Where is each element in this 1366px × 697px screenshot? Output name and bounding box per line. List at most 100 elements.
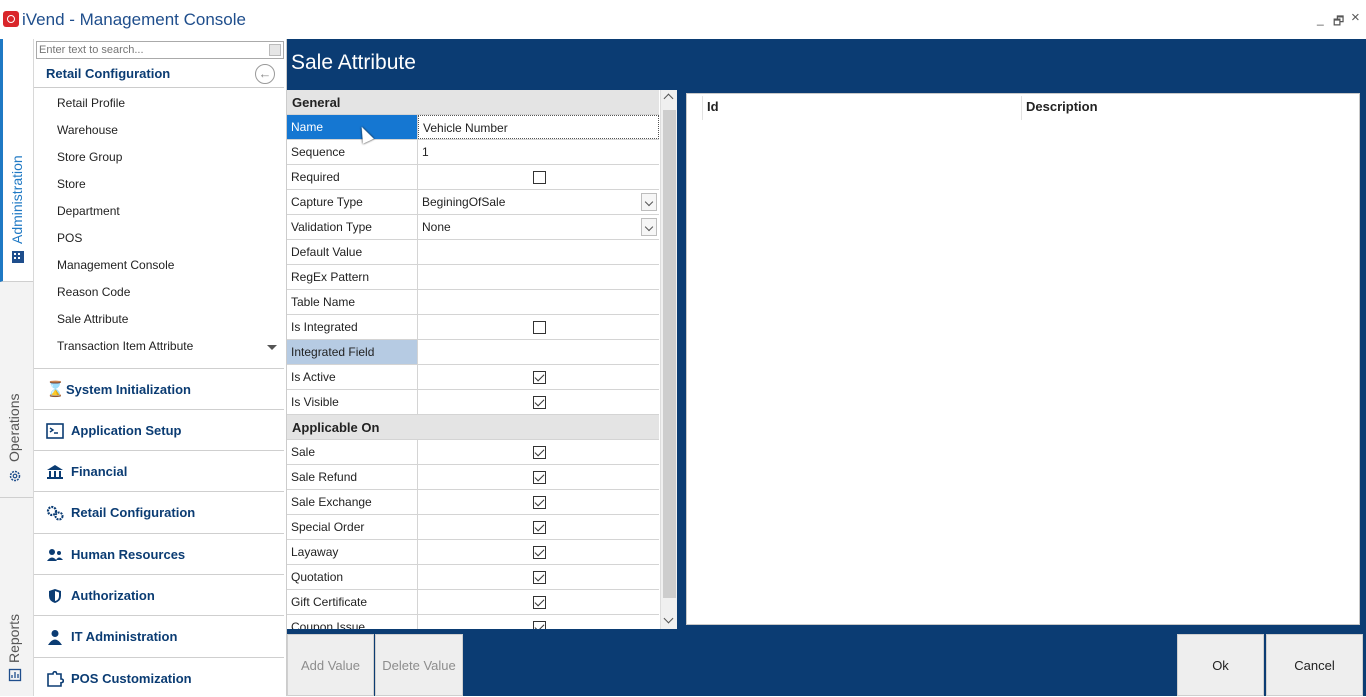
- nav-item-transaction-item-attribute[interactable]: Transaction Item Attribute: [57, 339, 193, 353]
- property-label: Sequence: [287, 140, 418, 164]
- property-row-is-integrated[interactable]: Is Integrated: [287, 315, 659, 340]
- chevron-down-icon[interactable]: [641, 218, 657, 236]
- capture-type-value: BeginingOfSale: [422, 195, 506, 209]
- page-header: Sale Attribute: [287, 39, 1366, 87]
- property-row-sequence[interactable]: Sequence 1: [287, 140, 659, 165]
- scroll-up-icon[interactable]: [663, 93, 674, 104]
- property-row-name[interactable]: Name Vehicle Number: [287, 115, 659, 140]
- nav-item-retail-profile[interactable]: Retail Profile: [57, 96, 125, 110]
- add-value-button[interactable]: Add Value: [287, 634, 374, 696]
- property-row-integrated-field[interactable]: Integrated Field: [287, 340, 659, 365]
- capture-type-field[interactable]: BeginingOfSale: [418, 190, 659, 214]
- property-label: Validation Type: [287, 215, 418, 239]
- property-row-sale-refund[interactable]: Sale Refund: [287, 465, 659, 490]
- module-application-setup[interactable]: Application Setup: [34, 409, 284, 450]
- name-field[interactable]: Vehicle Number: [418, 115, 659, 139]
- column-header-description[interactable]: Description: [1026, 99, 1098, 114]
- special-order-checkbox[interactable]: [533, 521, 546, 534]
- sale-refund-checkbox[interactable]: [533, 471, 546, 484]
- tab-operations[interactable]: Operations: [0, 282, 33, 498]
- property-label: RegEx Pattern: [287, 265, 418, 289]
- property-row-table-name[interactable]: Table Name: [287, 290, 659, 315]
- nav-dropdown-caret-icon[interactable]: [267, 345, 277, 350]
- tab-administration[interactable]: Administration: [0, 39, 33, 282]
- sale-exchange-value: [418, 490, 659, 514]
- coupon-issue-checkbox[interactable]: [533, 621, 546, 629]
- back-arrow-icon[interactable]: ←: [255, 64, 275, 84]
- layaway-checkbox[interactable]: [533, 546, 546, 559]
- nav-item-store[interactable]: Store: [57, 177, 86, 191]
- column-header-id[interactable]: Id: [707, 99, 719, 114]
- property-row-gift-certificate[interactable]: Gift Certificate: [287, 590, 659, 615]
- special-order-value: [418, 515, 659, 539]
- validation-type-field[interactable]: None: [418, 215, 659, 239]
- is-visible-checkbox[interactable]: [533, 396, 546, 409]
- property-row-quotation[interactable]: Quotation: [287, 565, 659, 590]
- module-label: Financial: [71, 464, 128, 479]
- nav-item-sale-attribute[interactable]: Sale Attribute: [57, 312, 128, 326]
- integrated-field-field[interactable]: [418, 340, 659, 364]
- ok-button[interactable]: Ok: [1177, 634, 1264, 696]
- grid-scrollbar[interactable]: [660, 90, 677, 629]
- property-label: Sale Exchange: [287, 490, 418, 514]
- is-active-checkbox[interactable]: [533, 371, 546, 384]
- scroll-down-icon[interactable]: [663, 613, 674, 624]
- required-checkbox[interactable]: [533, 171, 546, 184]
- quotation-value: [418, 565, 659, 589]
- module-human-resources[interactable]: Human Resources: [34, 533, 284, 574]
- property-row-sale-exchange[interactable]: Sale Exchange: [287, 490, 659, 515]
- search-icon[interactable]: [269, 44, 281, 56]
- property-row-validation-type[interactable]: Validation Type None: [287, 215, 659, 240]
- property-row-required[interactable]: Required: [287, 165, 659, 190]
- default-value-field[interactable]: [418, 240, 659, 264]
- delete-value-button[interactable]: Delete Value: [375, 634, 463, 696]
- values-list[interactable]: Id Description: [686, 93, 1360, 625]
- sale-exchange-checkbox[interactable]: [533, 496, 546, 509]
- nav-item-warehouse[interactable]: Warehouse: [57, 123, 118, 137]
- tab-reports-label: Reports: [6, 613, 22, 663]
- module-authorization[interactable]: Authorization: [34, 574, 284, 615]
- module-retail-configuration[interactable]: Retail Configuration: [34, 491, 284, 533]
- sequence-field[interactable]: 1: [418, 140, 659, 164]
- property-row-regex-pattern[interactable]: RegEx Pattern: [287, 265, 659, 290]
- property-row-is-active[interactable]: Is Active: [287, 365, 659, 390]
- module-financial[interactable]: Financial: [34, 450, 284, 491]
- cancel-button[interactable]: Cancel: [1266, 634, 1363, 696]
- search-box: [36, 41, 284, 59]
- close-button[interactable]: ×: [1351, 9, 1360, 26]
- module-pos-customization[interactable]: POS Customization: [34, 657, 284, 696]
- module-label: System Initialization: [66, 382, 191, 397]
- module-it-administration[interactable]: IT Administration: [34, 615, 284, 657]
- property-row-is-visible[interactable]: Is Visible: [287, 390, 659, 415]
- sale-checkbox[interactable]: [533, 446, 546, 459]
- module-system-initialization[interactable]: ⌛ System Initialization: [34, 368, 284, 409]
- nav-item-store-group[interactable]: Store Group: [57, 150, 122, 164]
- regex-pattern-field[interactable]: [418, 265, 659, 289]
- category-label: Applicable On: [292, 420, 380, 435]
- property-row-capture-type[interactable]: Capture Type BeginingOfSale: [287, 190, 659, 215]
- property-row-coupon-issue[interactable]: Coupon Issue: [287, 615, 659, 629]
- nav-item-management-console[interactable]: Management Console: [57, 258, 174, 272]
- category-label: General: [292, 95, 341, 110]
- category-general[interactable]: General: [287, 90, 659, 115]
- nav-item-department[interactable]: Department: [57, 204, 120, 218]
- quotation-checkbox[interactable]: [533, 571, 546, 584]
- table-name-field[interactable]: [418, 290, 659, 314]
- nav-item-reason-code[interactable]: Reason Code: [57, 285, 130, 299]
- chevron-down-icon[interactable]: [641, 193, 657, 211]
- is-integrated-checkbox[interactable]: [533, 321, 546, 334]
- category-applicable-on[interactable]: Applicable On: [287, 415, 659, 440]
- search-input[interactable]: [37, 42, 265, 58]
- gift-certificate-checkbox[interactable]: [533, 596, 546, 609]
- property-row-sale[interactable]: Sale: [287, 440, 659, 465]
- property-label: Special Order: [287, 515, 418, 539]
- scroll-thumb[interactable]: [663, 110, 676, 598]
- property-label: Required: [287, 165, 418, 189]
- restore-button[interactable]: 🗗: [1333, 12, 1344, 33]
- minimize-button[interactable]: _: [1317, 12, 1324, 26]
- tab-reports[interactable]: Reports: [0, 498, 33, 696]
- nav-item-pos[interactable]: POS: [57, 231, 82, 245]
- property-row-layaway[interactable]: Layaway: [287, 540, 659, 565]
- property-row-default-value[interactable]: Default Value: [287, 240, 659, 265]
- property-row-special-order[interactable]: Special Order: [287, 515, 659, 540]
